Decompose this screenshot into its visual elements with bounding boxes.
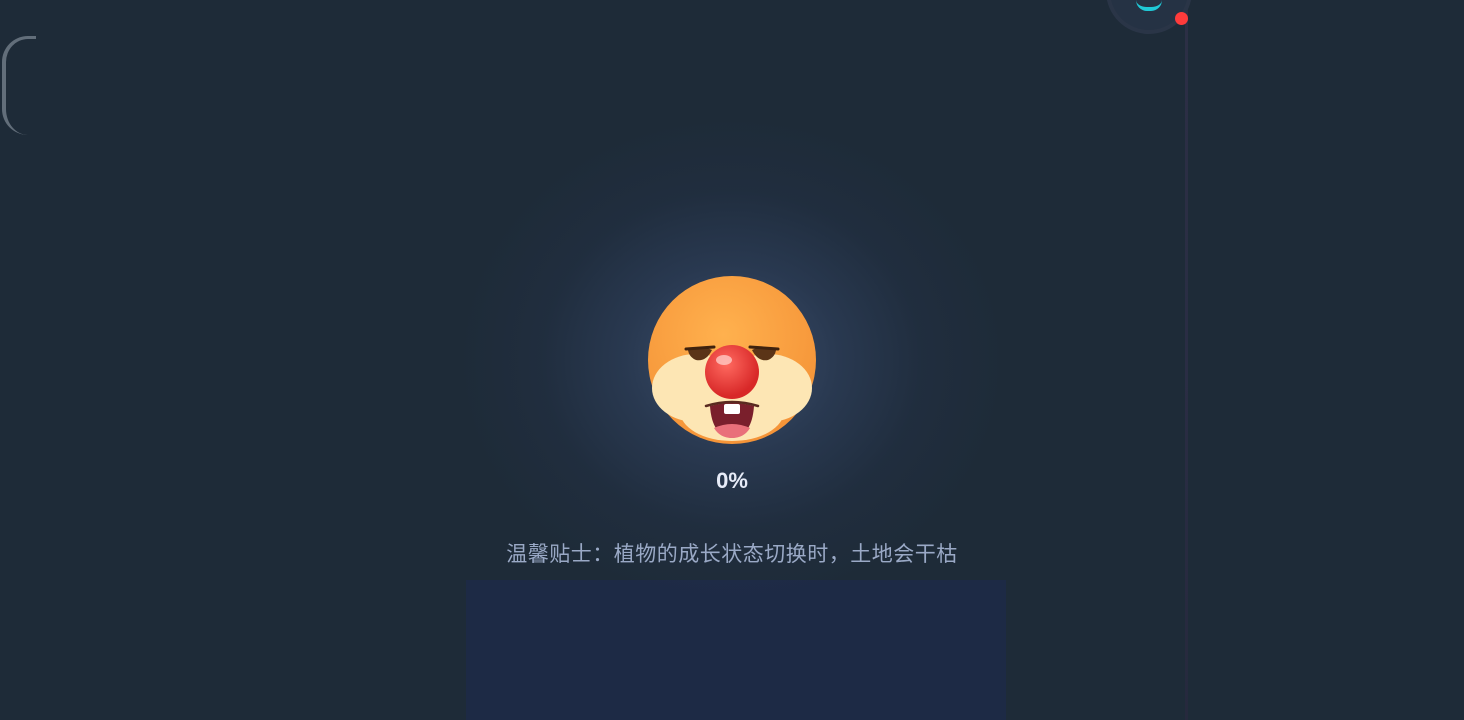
edge-swipe-handle[interactable] bbox=[2, 36, 36, 135]
panel-divider bbox=[1185, 0, 1188, 720]
widget-arc bbox=[1136, 0, 1162, 11]
bottom-panel bbox=[466, 580, 1006, 720]
loading-progress-label: 0% bbox=[716, 468, 748, 493]
notification-dot bbox=[1175, 12, 1188, 25]
clown-mascot-icon bbox=[648, 276, 816, 444]
loading-tip: 温馨贴士：植物的成长状态切换时，土地会干枯 bbox=[506, 543, 958, 566]
